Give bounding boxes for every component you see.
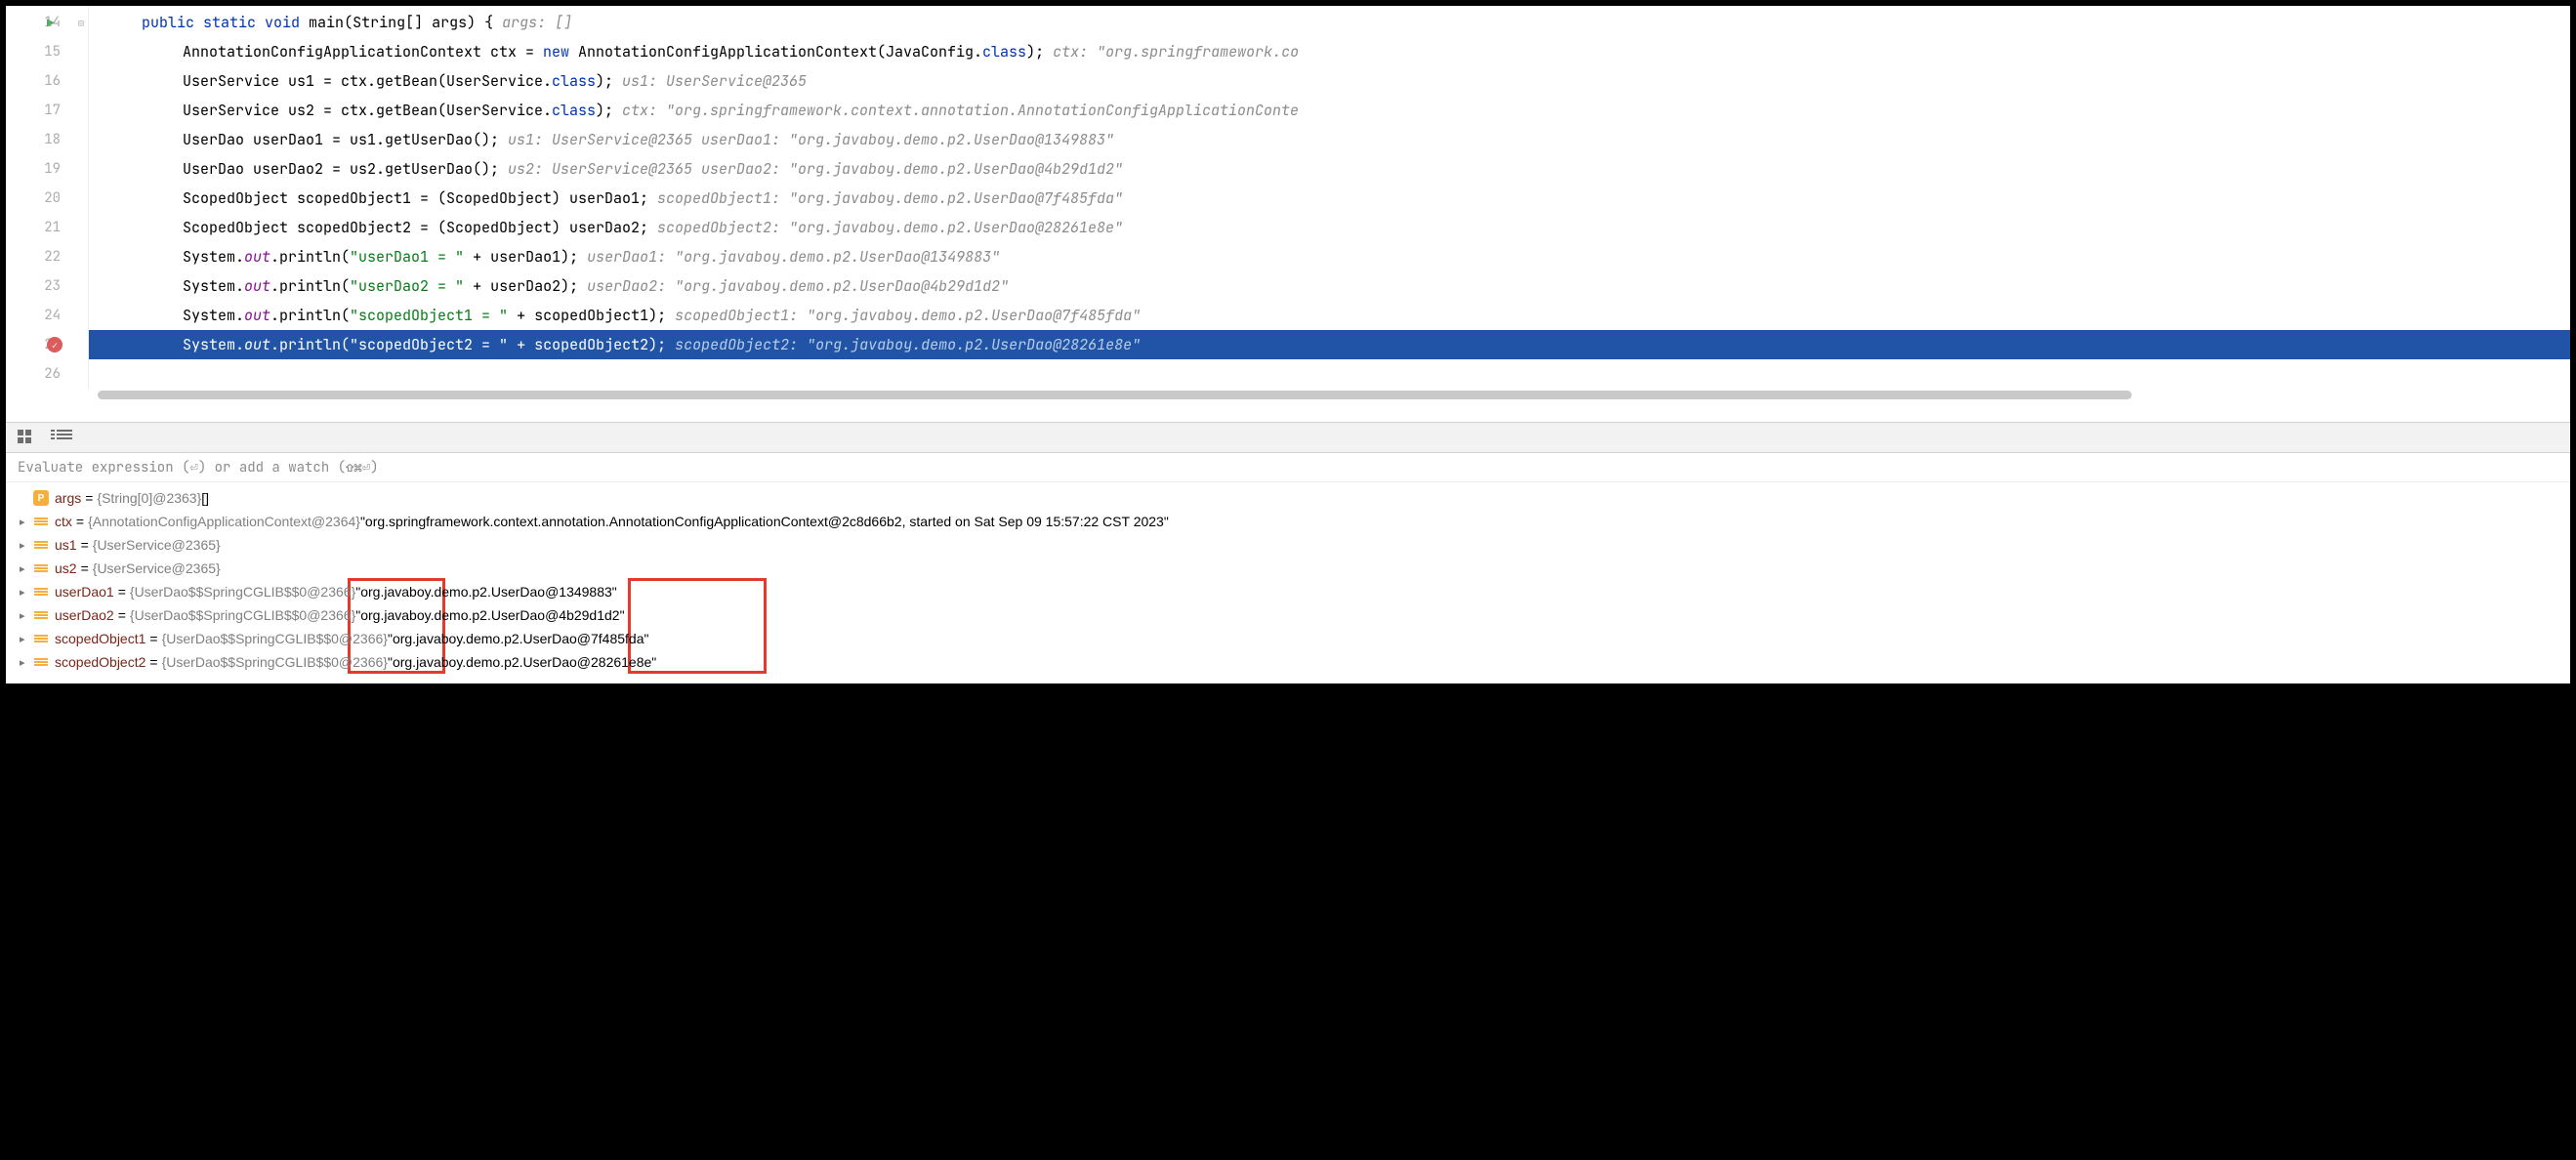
line-number: 24: [44, 307, 61, 324]
variable-type: {UserDao$$SpringCGLIB$$0@2366}: [130, 607, 355, 623]
variable-value: "org.javaboy.demo.p2.UserDao@28261e8e": [388, 654, 656, 670]
variable-value: "org.springframework.context.annotation.…: [360, 514, 1169, 529]
variable-name: scopedObject2: [55, 654, 145, 670]
variable-type: {UserDao$$SpringCGLIB$$0@2366}: [162, 654, 388, 670]
variable-value: "org.javaboy.demo.p2.UserDao@7f485fda": [388, 631, 649, 646]
object-icon: [33, 560, 49, 576]
gutter-row[interactable]: 15: [6, 37, 88, 66]
expand-chevron-icon[interactable]: ▸: [20, 633, 33, 645]
watch-placeholder: Evaluate expression (⏎) or add a watch (…: [18, 459, 379, 476]
list-view-icon[interactable]: [51, 430, 66, 445]
gutter-row[interactable]: 25: [6, 330, 88, 359]
expand-chevron-icon[interactable]: ▸: [20, 562, 33, 575]
variable-name: args: [55, 490, 81, 506]
line-number: 26: [44, 365, 61, 383]
variable-name: ctx: [55, 514, 72, 529]
variable-type: {UserDao$$SpringCGLIB$$0@2366}: [130, 584, 355, 600]
variable-type: {String[0]@2363}: [97, 490, 201, 506]
code-line[interactable]: [89, 359, 2570, 389]
variable-name: userDao1: [55, 584, 114, 600]
object-icon: [33, 654, 49, 670]
object-icon: [33, 607, 49, 623]
expand-chevron-icon[interactable]: ▸: [20, 609, 33, 622]
code-line[interactable]: UserDao userDao1 = us1.getUserDao(); us1…: [89, 125, 2570, 154]
gutter-row[interactable]: 18: [6, 125, 88, 154]
gutter-row[interactable]: 16: [6, 66, 88, 96]
variable-type: {UserDao$$SpringCGLIB$$0@2366}: [162, 631, 388, 646]
gutter-row[interactable]: 23: [6, 271, 88, 301]
code-line[interactable]: AnnotationConfigApplicationContext ctx =…: [89, 37, 2570, 66]
code-line[interactable]: public static void main(String[] args) {…: [89, 8, 2570, 37]
object-icon: [33, 537, 49, 553]
variable-name: us2: [55, 560, 77, 576]
code-line[interactable]: System.out.println("userDao1 = " + userD…: [89, 242, 2570, 271]
expand-chevron-icon[interactable]: ▸: [20, 516, 33, 528]
code-editor[interactable]: 14▶⊟151617181920212223242526 public stat…: [6, 6, 2570, 389]
variable-row[interactable]: ▸us2 = {UserService@2365}: [6, 557, 2570, 580]
line-number: 15: [44, 43, 61, 61]
object-icon: [33, 514, 49, 529]
ide-window: 14▶⊟151617181920212223242526 public stat…: [6, 6, 2570, 684]
watch-input[interactable]: Evaluate expression (⏎) or add a watch (…: [6, 453, 2570, 482]
code-line[interactable]: System.out.println("scopedObject1 = " + …: [89, 301, 2570, 330]
gutter-row[interactable]: 21: [6, 213, 88, 242]
object-icon: [33, 631, 49, 646]
gutter-row[interactable]: 19: [6, 154, 88, 184]
code-line[interactable]: ScopedObject scopedObject1 = (ScopedObje…: [89, 184, 2570, 213]
variable-row[interactable]: ▸scopedObject2 = {UserDao$$SpringCGLIB$$…: [6, 650, 2570, 674]
expand-chevron-icon[interactable]: ▸: [20, 586, 33, 599]
variable-name: us1: [55, 537, 77, 553]
editor-spacer: [6, 402, 2570, 422]
object-icon: [33, 584, 49, 600]
variable-type: {UserService@2365}: [93, 537, 221, 553]
primitive-icon: P: [33, 490, 49, 506]
variable-name: scopedObject1: [55, 631, 145, 646]
line-number: 23: [44, 277, 61, 295]
code-line[interactable]: ScopedObject scopedObject2 = (ScopedObje…: [89, 213, 2570, 242]
variable-value: "org.javaboy.demo.p2.UserDao@1349883": [355, 584, 617, 600]
variable-row[interactable]: ▸Pargs = {String[0]@2363} []: [6, 486, 2570, 510]
variable-row[interactable]: ▸userDao2 = {UserDao$$SpringCGLIB$$0@236…: [6, 603, 2570, 627]
line-number: 21: [44, 219, 61, 236]
line-number: 22: [44, 248, 61, 266]
variable-value: []: [201, 490, 209, 506]
code-block[interactable]: public static void main(String[] args) {…: [89, 6, 2570, 389]
fold-icon[interactable]: ⊟: [78, 17, 84, 29]
expand-chevron-icon[interactable]: ▸: [20, 539, 33, 552]
variable-row[interactable]: ▸userDao1 = {UserDao$$SpringCGLIB$$0@236…: [6, 580, 2570, 603]
run-icon[interactable]: ▶: [47, 15, 55, 31]
debug-toolbar: [6, 422, 2570, 453]
line-number: 20: [44, 189, 61, 207]
variable-type: {AnnotationConfigApplicationContext@2364…: [88, 514, 360, 529]
line-number: 17: [44, 102, 61, 119]
horizontal-scrollbar[interactable]: [90, 389, 2570, 402]
variables-panel[interactable]: ▸Pargs = {String[0]@2363} []▸ctx = {Anno…: [6, 482, 2570, 684]
gutter-row[interactable]: 24: [6, 301, 88, 330]
variable-row[interactable]: ▸ctx = {AnnotationConfigApplicationConte…: [6, 510, 2570, 533]
gutter-row[interactable]: 26: [6, 359, 88, 389]
breakpoint-icon[interactable]: [47, 337, 62, 352]
line-number: 16: [44, 72, 61, 90]
variable-row[interactable]: ▸scopedObject1 = {UserDao$$SpringCGLIB$$…: [6, 627, 2570, 650]
editor-gutter[interactable]: 14▶⊟151617181920212223242526: [6, 6, 89, 389]
table-view-icon[interactable]: [18, 430, 33, 445]
line-number: 18: [44, 131, 61, 148]
code-line[interactable]: UserDao userDao2 = us2.getUserDao(); us2…: [89, 154, 2570, 184]
gutter-row[interactable]: 14▶⊟: [6, 8, 88, 37]
variable-row[interactable]: ▸us1 = {UserService@2365}: [6, 533, 2570, 557]
gutter-row[interactable]: 17: [6, 96, 88, 125]
code-line[interactable]: UserService us2 = ctx.getBean(UserServic…: [89, 96, 2570, 125]
line-number: 19: [44, 160, 61, 178]
code-line[interactable]: UserService us1 = ctx.getBean(UserServic…: [89, 66, 2570, 96]
gutter-row[interactable]: 20: [6, 184, 88, 213]
variable-type: {UserService@2365}: [93, 560, 221, 576]
scrollbar-thumb[interactable]: [98, 391, 2132, 399]
expand-chevron-icon[interactable]: ▸: [20, 656, 33, 669]
variable-name: userDao2: [55, 607, 114, 623]
variable-value: "org.javaboy.demo.p2.UserDao@4b29d1d2": [355, 607, 624, 623]
gutter-row[interactable]: 22: [6, 242, 88, 271]
code-line[interactable]: System.out.println("scopedObject2 = " + …: [89, 330, 2570, 359]
code-line[interactable]: System.out.println("userDao2 = " + userD…: [89, 271, 2570, 301]
